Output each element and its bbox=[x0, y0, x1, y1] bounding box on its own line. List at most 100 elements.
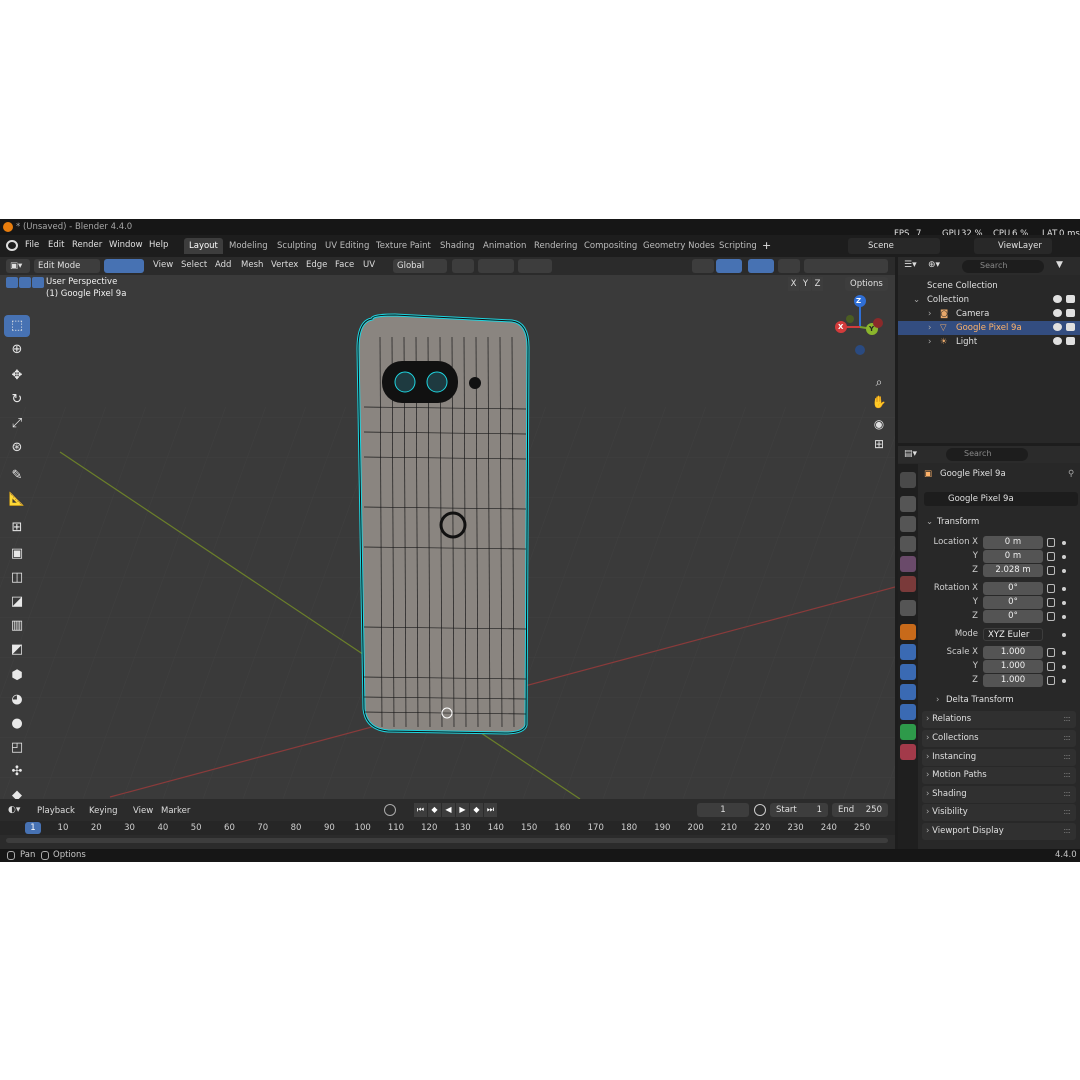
drag-grip-icon[interactable]: :::: bbox=[1063, 789, 1071, 798]
menu-window[interactable]: Window bbox=[109, 240, 143, 250]
view-layer-selector[interactable]: ViewLayer bbox=[974, 238, 1052, 254]
physics-tab-icon[interactable] bbox=[900, 684, 916, 700]
collection-eye-icon[interactable] bbox=[1053, 295, 1062, 303]
funnel-icon[interactable]: ▼ bbox=[1056, 260, 1072, 272]
mirror-x-button[interactable]: X bbox=[788, 277, 799, 291]
output-tab-icon[interactable] bbox=[900, 516, 916, 532]
object-tab-icon[interactable] bbox=[900, 624, 916, 640]
keyframe-dot-icon[interactable] bbox=[1062, 679, 1066, 683]
object-name-field[interactable]: Google Pixel 9a bbox=[924, 492, 1078, 506]
editor-type-button[interactable]: ▣▾ bbox=[6, 259, 30, 273]
camera-chevron-icon[interactable]: › bbox=[928, 309, 931, 319]
lock-icon[interactable] bbox=[1047, 598, 1055, 607]
playhead[interactable]: 1 bbox=[25, 822, 41, 834]
tab-uv-editing[interactable]: UV Editing bbox=[320, 238, 374, 254]
scene-collection-row[interactable]: Scene Collection bbox=[898, 279, 1080, 293]
collection-chevron-icon[interactable]: ⌄ bbox=[913, 295, 920, 305]
extrude-icon[interactable]: ▣ bbox=[4, 543, 30, 565]
collection-render-icon[interactable] bbox=[1066, 295, 1075, 303]
keyframe-dot-icon[interactable] bbox=[1062, 651, 1066, 655]
panel-visibility[interactable]: › Visibility:::: bbox=[922, 804, 1076, 821]
google-pixel-9a-mesh[interactable] bbox=[356, 313, 530, 735]
lock-icon[interactable] bbox=[1047, 662, 1055, 671]
current-frame-field[interactable]: 1 bbox=[697, 803, 749, 817]
panel-relations[interactable]: › Relations:::: bbox=[922, 711, 1076, 728]
menu-add[interactable]: Add bbox=[215, 260, 231, 270]
panel-collections[interactable]: › Collections:::: bbox=[922, 730, 1076, 747]
timeline-menu-keying[interactable]: Keying bbox=[89, 806, 118, 816]
poly-build-icon[interactable]: ⬢ bbox=[4, 665, 30, 687]
menu-face[interactable]: Face bbox=[335, 260, 354, 270]
play-reverse-icon[interactable]: ◀ bbox=[442, 803, 455, 817]
visibility-icon[interactable] bbox=[692, 259, 714, 273]
tool-tab-icon[interactable] bbox=[900, 472, 916, 488]
tab-animation[interactable]: Animation bbox=[478, 238, 531, 254]
outliner-item-google-pixel-9a[interactable]: › ▽ Google Pixel 9a bbox=[898, 321, 1080, 335]
3d-viewport[interactable]: Z X Y ▣▾ Edit Mode View Select Add Mesh … bbox=[0, 257, 895, 799]
timeline-editor[interactable]: ◐▾ Playback Keying View Marker ⏮ ◆ ◀ ▶ ◆… bbox=[0, 799, 895, 849]
drag-grip-icon[interactable]: :::: bbox=[1063, 714, 1071, 723]
location-x-field[interactable]: 0 m bbox=[983, 536, 1043, 549]
lock-icon[interactable] bbox=[1047, 584, 1055, 593]
keyframe-dot-icon[interactable] bbox=[1062, 665, 1066, 669]
smooth-icon[interactable]: ● bbox=[4, 713, 30, 735]
filter-icon[interactable]: ⊕▾ bbox=[928, 260, 948, 272]
cursor-icon[interactable]: ⊕ bbox=[4, 339, 30, 361]
panel-motion-paths[interactable]: › Motion Paths:::: bbox=[922, 767, 1076, 784]
rotation-z-field[interactable]: 0° bbox=[983, 610, 1043, 623]
tab-modeling[interactable]: Modeling bbox=[224, 238, 273, 254]
shrink-fatten-icon[interactable]: ◰ bbox=[4, 737, 30, 759]
drag-grip-icon[interactable]: :::: bbox=[1063, 752, 1071, 761]
lock-icon[interactable] bbox=[1047, 648, 1055, 657]
jump-end-icon[interactable]: ⏭ bbox=[484, 803, 497, 817]
menu-edit[interactable]: Edit bbox=[48, 240, 64, 250]
start-frame-field[interactable]: Start 1 bbox=[770, 803, 828, 817]
next-keyframe-icon[interactable]: ◆ bbox=[470, 803, 483, 817]
keyframe-dot-icon[interactable] bbox=[1062, 587, 1066, 591]
jump-start-icon[interactable]: ⏮ bbox=[414, 803, 427, 817]
properties-editor[interactable]: ▤▾ Search ▣ Google Pixel 9a ⚲ Google Pix… bbox=[898, 446, 1080, 849]
rotation-x-field[interactable]: 0° bbox=[983, 582, 1043, 595]
panel-viewport-display[interactable]: › Viewport Display:::: bbox=[922, 823, 1076, 840]
transform-panel-header[interactable]: ⌄ Transform bbox=[922, 514, 1078, 530]
mirror-y-button[interactable]: Y bbox=[800, 277, 811, 291]
tab-layout[interactable]: Layout bbox=[184, 238, 223, 254]
keyframe-dot-icon[interactable] bbox=[1062, 615, 1066, 619]
select-mode-buttons[interactable] bbox=[104, 259, 144, 273]
drag-grip-icon[interactable]: :::: bbox=[1063, 826, 1071, 835]
overlay-toggle-icon[interactable] bbox=[748, 259, 774, 273]
proportional-edit-icon[interactable] bbox=[518, 259, 552, 273]
lock-icon[interactable] bbox=[1047, 538, 1055, 547]
world-tab-icon[interactable] bbox=[900, 576, 916, 592]
tab-texture-paint[interactable]: Texture Paint bbox=[371, 238, 436, 254]
perspective-toggle-icon[interactable]: ⊞ bbox=[868, 437, 890, 457]
transform-icon[interactable]: ⊛ bbox=[4, 437, 30, 459]
tab-shading[interactable]: Shading bbox=[435, 238, 480, 254]
options-button[interactable]: Options bbox=[845, 277, 888, 291]
timeline-menu-playback[interactable]: Playback bbox=[37, 806, 75, 816]
pixel-eye-icon[interactable] bbox=[1053, 323, 1062, 331]
rotation-y-field[interactable]: 0° bbox=[983, 596, 1043, 609]
record-icon[interactable] bbox=[384, 804, 396, 816]
drag-grip-icon[interactable]: :::: bbox=[1063, 807, 1071, 816]
drag-grip-icon[interactable]: :::: bbox=[1063, 733, 1071, 742]
move-icon[interactable]: ✥ bbox=[4, 365, 30, 387]
xray-icon[interactable] bbox=[778, 259, 800, 273]
measure-icon[interactable]: 📐 bbox=[4, 489, 30, 511]
drag-grip-icon[interactable]: :::: bbox=[1063, 770, 1071, 779]
menu-view[interactable]: View bbox=[153, 260, 173, 270]
outliner[interactable]: ☰▾ ⊕▾ Search ▼ Scene Collection ⌄ Collec… bbox=[898, 257, 1080, 443]
material-tab-icon[interactable] bbox=[900, 744, 916, 760]
shear-icon[interactable]: ✣ bbox=[4, 761, 30, 783]
menu-uv[interactable]: UV bbox=[363, 260, 375, 270]
keyframe-dot-icon[interactable] bbox=[1062, 633, 1066, 637]
collection-tab-icon[interactable] bbox=[900, 600, 916, 616]
blender-menu-icon[interactable] bbox=[6, 240, 18, 251]
inset-icon[interactable]: ◫ bbox=[4, 567, 30, 589]
knife-icon[interactable]: ◩ bbox=[4, 639, 30, 661]
mode-selector[interactable]: Edit Mode bbox=[34, 259, 100, 273]
add-workspace-button[interactable]: + bbox=[762, 239, 771, 252]
end-frame-field[interactable]: End 250 bbox=[832, 803, 888, 817]
select-box-icon[interactable]: ⬚ bbox=[4, 315, 30, 337]
frame-ruler[interactable]: 1 10 20 30 40 50 60 70 80 90 100 110 120 130 140 150 16… bbox=[0, 821, 895, 835]
